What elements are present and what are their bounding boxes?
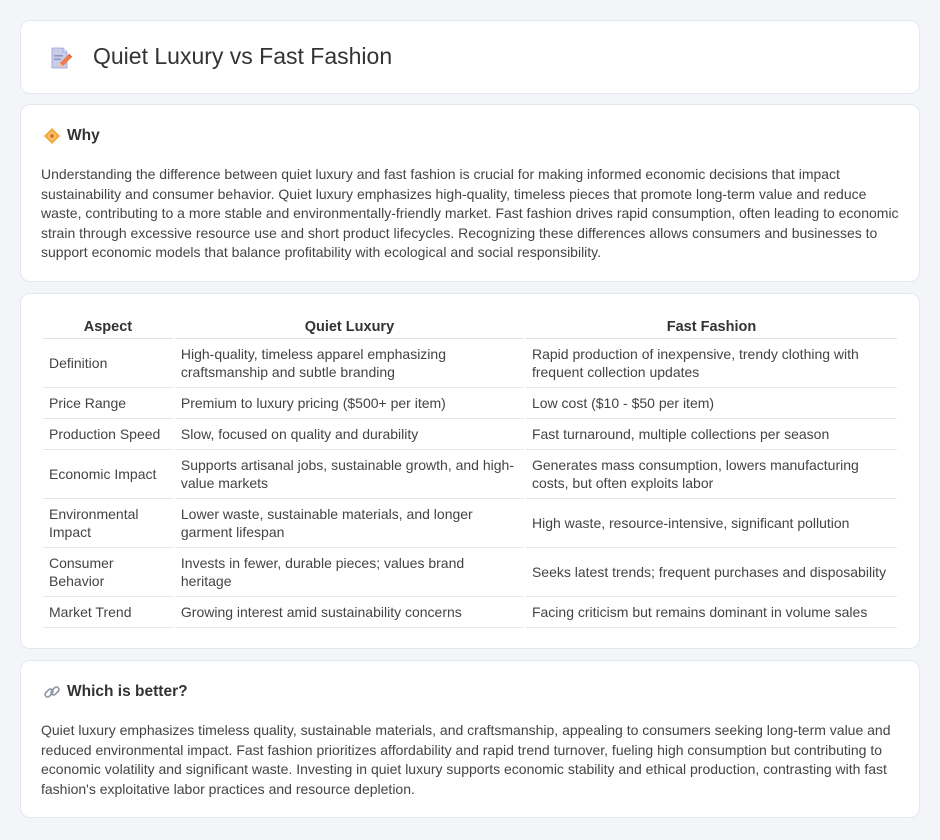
fast-fashion-cell: Facing criticism but remains dominant in… (525, 597, 897, 628)
aspect-cell: Consumer Behavior (43, 548, 173, 597)
aspect-cell: Price Range (43, 388, 173, 419)
fast-fashion-cell: Rapid production of inexpensive, trendy … (525, 339, 897, 388)
table-row: Production Speed Slow, focused on qualit… (43, 419, 897, 450)
aspect-cell: Production Speed (43, 419, 173, 450)
which-is-better-text: Quiet luxury emphasizes timeless quality… (41, 722, 891, 797)
table-row: Price Range Premium to luxury pricing ($… (43, 388, 897, 419)
comparison-table-card: Aspect Quiet Luxury Fast Fashion Definit… (20, 293, 920, 649)
aspect-cell: Economic Impact (43, 450, 173, 499)
page-title: Quiet Luxury vs Fast Fashion (93, 43, 393, 69)
quiet-luxury-cell: Lower waste, sustainable materials, and … (174, 499, 524, 548)
quiet-luxury-cell: High-quality, timeless apparel emphasizi… (174, 339, 524, 388)
table-header-row: Aspect Quiet Luxury Fast Fashion (43, 316, 897, 339)
table-row: Economic Impact Supports artisanal jobs,… (43, 450, 897, 499)
comparison-table: Aspect Quiet Luxury Fast Fashion Definit… (41, 316, 899, 628)
quiet-luxury-cell: Slow, focused on quality and durability (174, 419, 524, 450)
quiet-luxury-cell: Growing interest amid sustainability con… (174, 597, 524, 628)
table-row: Market Trend Growing interest amid susta… (43, 597, 897, 628)
aspect-cell: Market Trend (43, 597, 173, 628)
fast-fashion-cell: Generates mass consumption, lowers manuf… (525, 450, 897, 499)
fast-fashion-cell: Low cost ($10 - $50 per item) (525, 388, 897, 419)
why-title: Why (67, 127, 100, 144)
column-header-fast-fashion: Fast Fashion (525, 316, 897, 339)
table-row: Definition High-quality, timeless appare… (43, 339, 897, 388)
fast-fashion-cell: Seeks latest trends; frequent purchases … (525, 548, 897, 597)
quiet-luxury-cell: Invests in fewer, durable pieces; values… (174, 548, 524, 597)
column-header-quiet-luxury: Quiet Luxury (174, 316, 524, 339)
fast-fashion-cell: High waste, resource-intensive, signific… (525, 499, 897, 548)
fast-fashion-cell: Fast turnaround, multiple collections pe… (525, 419, 897, 450)
why-text: Understanding the difference between qui… (41, 166, 899, 261)
document-edit-icon (51, 47, 72, 69)
table-row: Environmental Impact Lower waste, sustai… (43, 499, 897, 548)
link-icon (44, 686, 60, 698)
which-is-better-title: Which is better? (67, 683, 188, 700)
quiet-luxury-cell: Premium to luxury pricing ($500+ per ite… (174, 388, 524, 419)
aspect-cell: Environmental Impact (43, 499, 173, 548)
why-section: Why Understanding the difference between… (20, 104, 920, 282)
column-header-aspect: Aspect (43, 316, 173, 339)
header-card: Quiet Luxury vs Fast Fashion (20, 20, 920, 94)
diamond-icon (44, 128, 60, 144)
table-row: Consumer Behavior Invests in fewer, dura… (43, 548, 897, 597)
which-is-better-section: Which is better? Quiet luxury emphasizes… (20, 660, 920, 818)
aspect-cell: Definition (43, 339, 173, 388)
quiet-luxury-cell: Supports artisanal jobs, sustainable gro… (174, 450, 524, 499)
